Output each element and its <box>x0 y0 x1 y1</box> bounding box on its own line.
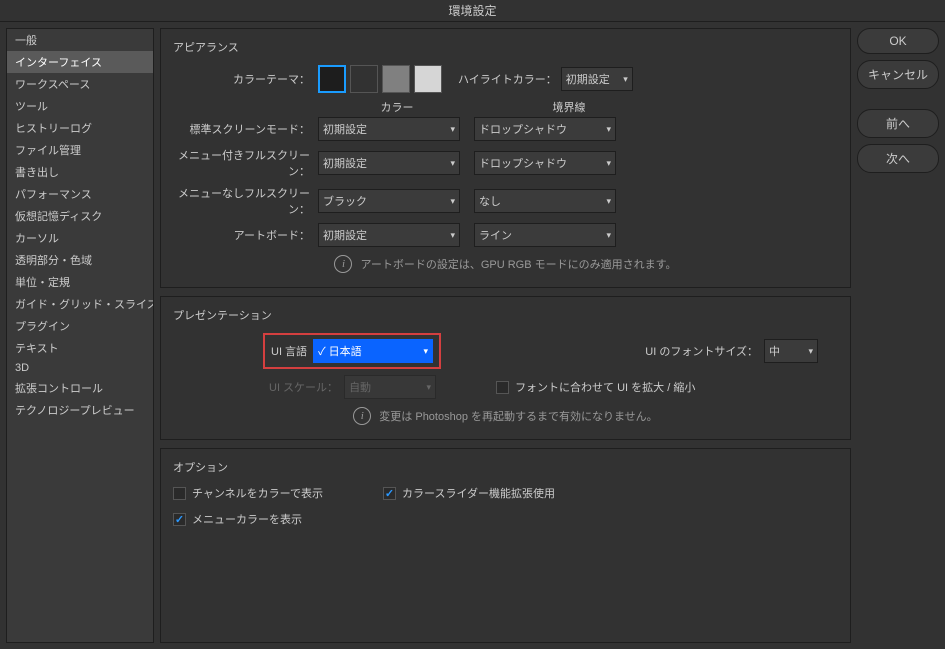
chevron-down-icon: ▾ <box>450 196 455 207</box>
sidebar-item-2[interactable]: ワークスペース <box>7 73 153 95</box>
sidebar-item-7[interactable]: パフォーマンス <box>7 183 153 205</box>
screen-mode-label-1: メニュー付きフルスクリーン： <box>173 147 318 179</box>
screen-mode-label-0: 標準スクリーンモード： <box>173 121 318 137</box>
chevron-down-icon: ▾ <box>606 230 611 241</box>
channels-color-checkbox[interactable] <box>173 487 186 500</box>
highlight-color-select[interactable]: 初期設定 ▾ <box>561 67 633 91</box>
ui-font-size-value: 中 <box>769 343 780 359</box>
ui-language-value: ✓ 日本語 <box>318 343 362 359</box>
chevron-down-icon: ▾ <box>427 382 432 393</box>
window-title: 環境設定 <box>0 0 945 22</box>
sidebar-item-11[interactable]: 単位・定規 <box>7 271 153 293</box>
screen-mode-row-3: アートボード：初期設定▾ ライン▾ <box>173 223 838 247</box>
screen-mode-row-2: メニューなしフルスクリーン：ブラック▾ なし▾ <box>173 185 838 217</box>
chevron-down-icon: ▾ <box>450 158 455 169</box>
presentation-info-text: 変更は Photoshop を再起動するまで有効になりません。 <box>379 408 657 424</box>
appearance-panel: アピアランス カラーテーマ： ハイライトカラー： 初期設定 ▾ <box>160 28 851 288</box>
theme-swatch-darkest[interactable] <box>318 65 346 93</box>
appearance-title: アピアランス <box>173 39 838 55</box>
screen-mode-color-select-2[interactable]: ブラック▾ <box>318 189 460 213</box>
screen-mode-border-select-1[interactable]: ドロップシャドウ▾ <box>474 151 616 175</box>
screen-mode-color-select-0[interactable]: 初期設定▾ <box>318 117 460 141</box>
screen-mode-border-select-2[interactable]: なし▾ <box>474 189 616 213</box>
color-theme-swatches <box>318 65 442 93</box>
highlight-color-label: ハイライトカラー： <box>458 71 557 87</box>
screen-mode-label-3: アートボード： <box>173 227 318 243</box>
screen-mode-color-select-3[interactable]: 初期設定▾ <box>318 223 460 247</box>
menu-color-label: メニューカラーを表示 <box>192 511 302 527</box>
sidebar-item-8[interactable]: 仮想記憶ディスク <box>7 205 153 227</box>
ui-font-size-select[interactable]: 中 ▾ <box>764 339 818 363</box>
appearance-info-text: アートボードの設定は、GPU RGB モードにのみ適用されます。 <box>360 256 676 272</box>
ui-scale-value: 自動 <box>349 379 371 395</box>
category-sidebar: 一般インターフェイスワークスペースツールヒストリーログファイル管理書き出しパフォ… <box>6 28 154 643</box>
chevron-down-icon: ▾ <box>450 230 455 241</box>
ui-font-size-label: UI のフォントサイズ： <box>645 343 758 359</box>
sidebar-item-17[interactable]: テクノロジープレビュー <box>7 399 153 421</box>
screen-mode-color-select-1[interactable]: 初期設定▾ <box>318 151 460 175</box>
scale-to-font-checkbox[interactable] <box>496 381 509 394</box>
dialog-body: 一般インターフェイスワークスペースツールヒストリーログファイル管理書き出しパフォ… <box>0 22 945 649</box>
presentation-info: i 変更は Photoshop を再起動するまで有効になりません。 <box>173 407 838 425</box>
options-title: オプション <box>173 459 838 475</box>
color-theme-label: カラーテーマ： <box>173 71 318 87</box>
sidebar-item-5[interactable]: ファイル管理 <box>7 139 153 161</box>
info-icon: i <box>334 255 352 273</box>
chevron-down-icon: ▾ <box>623 74 628 85</box>
preferences-dialog: 環境設定 一般インターフェイスワークスペースツールヒストリーログファイル管理書き… <box>0 0 945 649</box>
ui-language-label: UI 言語 <box>271 343 307 359</box>
screen-mode-row-1: メニュー付きフルスクリーン：初期設定▾ ドロップシャドウ▾ <box>173 147 838 179</box>
screen-mode-border-select-3[interactable]: ライン▾ <box>474 223 616 247</box>
dialog-buttons: OK キャンセル 前へ 次へ <box>857 28 939 643</box>
info-icon: i <box>353 407 371 425</box>
chevron-down-icon: ▾ <box>424 346 429 357</box>
appearance-info: i アートボードの設定は、GPU RGB モードにのみ適用されます。 <box>173 255 838 273</box>
next-button[interactable]: 次へ <box>857 144 939 173</box>
screen-mode-label-2: メニューなしフルスクリーン： <box>173 185 318 217</box>
channels-color-label: チャンネルをカラーで表示 <box>192 485 323 501</box>
screen-mode-border-select-0[interactable]: ドロップシャドウ▾ <box>474 117 616 141</box>
menu-color-checkbox[interactable] <box>173 513 186 526</box>
sidebar-item-12[interactable]: ガイド・グリッド・スライス <box>7 293 153 315</box>
sidebar-item-3[interactable]: ツール <box>7 95 153 117</box>
scale-to-font-label: フォントに合わせて UI を拡大 / 縮小 <box>515 379 695 395</box>
sidebar-item-10[interactable]: 透明部分・色域 <box>7 249 153 271</box>
color-column-header: カラー <box>326 99 468 115</box>
sidebar-item-0[interactable]: 一般 <box>7 29 153 51</box>
screen-mode-row-0: 標準スクリーンモード：初期設定▾ ドロップシャドウ▾ <box>173 117 838 141</box>
presentation-title: プレゼンテーション <box>173 307 838 323</box>
cancel-button[interactable]: キャンセル <box>857 60 939 89</box>
sidebar-item-16[interactable]: 拡張コントロール <box>7 377 153 399</box>
chevron-down-icon: ▾ <box>450 124 455 135</box>
main-content: アピアランス カラーテーマ： ハイライトカラー： 初期設定 ▾ <box>160 28 851 643</box>
sidebar-item-6[interactable]: 書き出し <box>7 161 153 183</box>
sidebar-item-13[interactable]: プラグイン <box>7 315 153 337</box>
ui-language-select[interactable]: ✓ 日本語 ▾ <box>313 339 433 363</box>
highlight-color-value: 初期設定 <box>566 71 610 87</box>
sidebar-item-14[interactable]: テキスト <box>7 337 153 359</box>
ui-scale-select: 自動 ▾ <box>344 375 436 399</box>
chevron-down-icon: ▾ <box>808 346 813 357</box>
sidebar-item-15[interactable]: 3D <box>7 359 153 377</box>
theme-swatch-light[interactable] <box>382 65 410 93</box>
border-column-header: 境界線 <box>498 99 640 115</box>
color-slider-ext-checkbox[interactable] <box>383 487 396 500</box>
chevron-down-icon: ▾ <box>606 158 611 169</box>
chevron-down-icon: ▾ <box>606 124 611 135</box>
sidebar-item-9[interactable]: カーソル <box>7 227 153 249</box>
ok-button[interactable]: OK <box>857 28 939 54</box>
ui-language-highlight: UI 言語 ✓ 日本語 ▾ <box>263 333 441 369</box>
chevron-down-icon: ▾ <box>606 196 611 207</box>
options-panel: オプション チャンネルをカラーで表示 メニューカラーを表示 <box>160 448 851 643</box>
sidebar-item-1[interactable]: インターフェイス <box>7 51 153 73</box>
prev-button[interactable]: 前へ <box>857 109 939 138</box>
presentation-panel: プレゼンテーション UI 言語 ✓ 日本語 ▾ UI のフォントサイズ： <box>160 296 851 440</box>
color-slider-ext-label: カラースライダー機能拡張使用 <box>402 485 555 501</box>
sidebar-item-4[interactable]: ヒストリーログ <box>7 117 153 139</box>
ui-scale-label: UI スケール： <box>269 379 338 395</box>
theme-swatch-dark[interactable] <box>350 65 378 93</box>
theme-swatch-lightest[interactable] <box>414 65 442 93</box>
